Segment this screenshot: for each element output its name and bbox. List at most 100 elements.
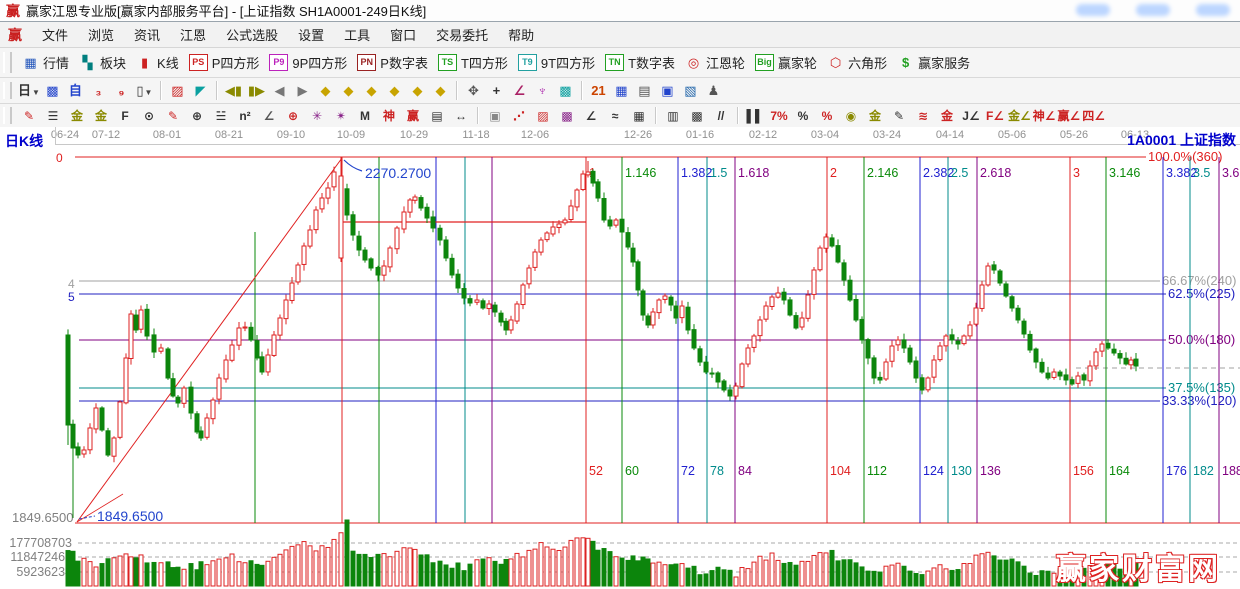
star-web-tool[interactable]: ✳ (306, 107, 328, 125)
menu-item-3[interactable]: 江恩 (170, 22, 216, 47)
dense-grid-tool[interactable]: ▦ (628, 107, 650, 125)
gold-red-tool[interactable]: 金 (936, 107, 958, 125)
menu-item-0[interactable]: 文件 (32, 22, 78, 47)
window-controls[interactable] (1076, 4, 1230, 16)
menu-item-4[interactable]: 公式选股 (216, 22, 288, 47)
p-square-button[interactable]: PSP四方形 (184, 51, 265, 74)
map-icon[interactable]: ▩ (555, 81, 576, 100)
ruler123-tool[interactable]: ▤ (426, 107, 448, 125)
quotes-button[interactable]: ▦行情 (17, 51, 74, 74)
gann-wheel-button[interactable]: ◎江恩轮 (680, 51, 750, 74)
comb-lines-tool[interactable]: ☰ (42, 107, 64, 125)
width-measure-tool[interactable]: ↔ (450, 107, 472, 125)
fan-lines-tool[interactable]: ⋰ (508, 107, 530, 125)
skip-last-icon[interactable]: ▮▶ (246, 81, 267, 100)
ying-tool[interactable]: 赢 (402, 107, 424, 125)
diamond-shrink-icon[interactable]: ◆ (384, 81, 405, 100)
calendar-icon[interactable]: 21 (588, 81, 609, 100)
menu-item-6[interactable]: 工具 (334, 22, 380, 47)
pane-label[interactable]: 日K线 (5, 131, 43, 151)
winner-wheel-button[interactable]: Big赢家轮 (750, 51, 822, 74)
spiral-tool[interactable]: ⊙ (138, 107, 160, 125)
notepad-icon[interactable]: ▤ (634, 81, 655, 100)
spider-web-tool[interactable]: ✴ (330, 107, 352, 125)
diamond-center-icon[interactable]: ◆ (407, 81, 428, 100)
menu-item-5[interactable]: 设置 (288, 22, 334, 47)
flag-icon[interactable]: ◤ (190, 81, 211, 100)
diamond-all-icon[interactable]: ◆ (430, 81, 451, 100)
p-table-button[interactable]: PNP数字表 (352, 51, 433, 74)
9t-square-button[interactable]: T99T四方形 (513, 51, 600, 74)
prev-icon[interactable]: ◀ (269, 81, 290, 100)
bars-stat-tool[interactable]: ▌▌ (744, 107, 766, 125)
skip-first-icon[interactable]: ◀▮ (223, 81, 244, 100)
web-box-tool[interactable]: ▩ (556, 107, 578, 125)
menu-item-2[interactable]: 资讯 (124, 22, 170, 47)
save-icon[interactable]: ▣ (657, 81, 678, 100)
angle-line-tool[interactable]: ∠ (258, 107, 280, 125)
shen-tool[interactable]: 神 (378, 107, 400, 125)
angle-measure-icon[interactable]: ∠ (509, 81, 530, 100)
gold-angle-tool[interactable]: 金∠ (1008, 107, 1031, 125)
diamond-right-icon[interactable]: ◆ (338, 81, 359, 100)
target-tool[interactable]: ⊕ (282, 107, 304, 125)
gold-grid-tool[interactable]: 金 (90, 107, 112, 125)
t-table-button[interactable]: TNT数字表 (600, 51, 680, 74)
menu-item-8[interactable]: 交易委托 (426, 22, 498, 47)
self-info-icon[interactable]: 自 (65, 81, 86, 100)
pencil-tool[interactable]: ✎ (18, 107, 40, 125)
toolbar-drag-handle[interactable] (3, 107, 12, 123)
toolbar-drag-handle[interactable] (3, 52, 12, 72)
circle-cycle-tool[interactable]: ⊕ (186, 107, 208, 125)
pencil2-tool[interactable]: ✎ (162, 107, 184, 125)
network-icon[interactable]: ▧ (680, 81, 701, 100)
hand-icon[interactable]: ✥ (463, 81, 484, 100)
time-lines-tool[interactable]: ☱ (210, 107, 232, 125)
marker-tool[interactable]: M (354, 107, 376, 125)
percent7-tool[interactable]: 7% (768, 107, 790, 125)
diamond-left-icon[interactable]: ◆ (315, 81, 336, 100)
bars3-icon[interactable]: ₃ (88, 81, 109, 100)
fan-box-tool[interactable]: ▨ (532, 107, 554, 125)
n-square-tool[interactable]: n² (234, 107, 256, 125)
gold-circle-tool[interactable]: ◉ (840, 107, 862, 125)
next-icon[interactable]: ▶ (292, 81, 313, 100)
menu-item-9[interactable]: 帮助 (498, 22, 544, 47)
remote-user-icon[interactable]: ♟ (703, 81, 724, 100)
hexagon-button[interactable]: ⬡六角形 (822, 51, 892, 74)
diamond-expand-icon[interactable]: ◆ (361, 81, 382, 100)
diag-lines-tool[interactable]: // (710, 107, 732, 125)
menu-item-7[interactable]: 窗口 (380, 22, 426, 47)
grid-b-tool[interactable]: ▩ (686, 107, 708, 125)
candle-style-selector[interactable]: ▯▼ (134, 81, 155, 100)
gold-lines-tool[interactable]: 金 (66, 107, 88, 125)
percent-tool[interactable]: % (792, 107, 814, 125)
candle-edit-tool[interactable]: ✎ (888, 107, 910, 125)
percent-line-tool[interactable]: % (816, 107, 838, 125)
fibo-grid-tool[interactable]: F (114, 107, 136, 125)
kline-button[interactable]: ▮K线 (131, 51, 184, 74)
close-button[interactable] (1196, 4, 1230, 16)
gold-level-tool[interactable]: 金 (864, 107, 886, 125)
si-angle-tool[interactable]: 四∠ (1082, 107, 1105, 125)
box-select-tool[interactable]: ▣ (484, 107, 506, 125)
formula-icon[interactable]: ▨ (167, 81, 188, 100)
toolbar-drag-handle[interactable] (3, 82, 12, 100)
menu-item-1[interactable]: 浏览 (78, 22, 124, 47)
t-square-button[interactable]: TST四方形 (433, 51, 513, 74)
maximize-button[interactable] (1136, 4, 1170, 16)
ying-angle-tool[interactable]: 赢∠ (1058, 107, 1081, 125)
grid-a-tool[interactable]: ▥ (662, 107, 684, 125)
calculator-icon[interactable]: ▦ (611, 81, 632, 100)
angle-fan-tool[interactable]: ∠ (580, 107, 602, 125)
net-tool-icon[interactable]: ♆ (532, 81, 553, 100)
crosshair-icon[interactable]: + (486, 81, 507, 100)
bars9-icon[interactable]: ₉ (111, 81, 132, 100)
window-layout-icon[interactable]: ▩ (42, 81, 63, 100)
f-angle-tool[interactable]: F∠ (984, 107, 1006, 125)
period-selector[interactable]: 日▼ (18, 81, 40, 100)
winner-service-button[interactable]: $赢家服务 (892, 51, 975, 74)
symbol-label[interactable]: 1A0001 上证指数 (1127, 130, 1236, 150)
zigzag-tool[interactable]: ≈ (604, 107, 626, 125)
wave-tool[interactable]: ≋ (912, 107, 934, 125)
